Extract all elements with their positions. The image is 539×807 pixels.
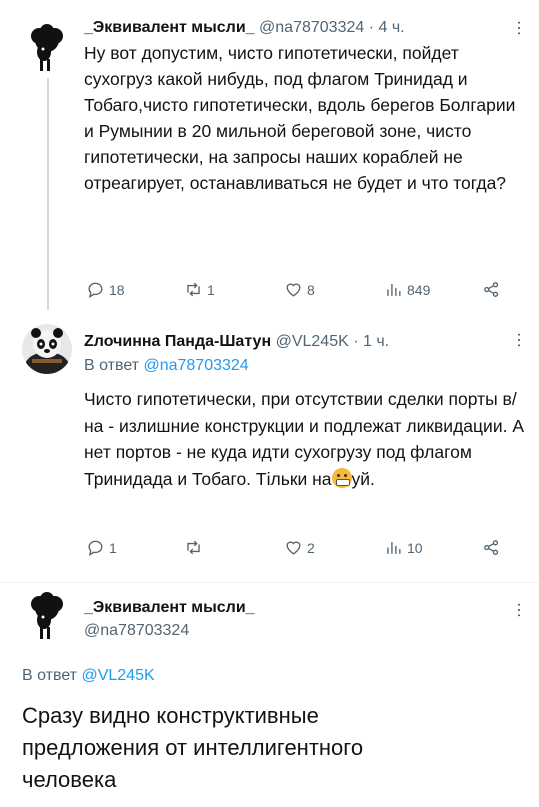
share-icon — [484, 540, 499, 555]
tweet-actions: 18 1 8 849 — [86, 280, 516, 300]
more-options-icon[interactable]: ⋯ — [509, 20, 528, 37]
tweet-text: Ну вот допустим, чисто гипотетически, по… — [84, 43, 516, 193]
view-count: 10 — [407, 539, 423, 556]
tweet-text-main: Чисто гипотетически, при отсутствии сдел… — [84, 389, 524, 489]
like-count: 8 — [307, 281, 315, 298]
reply-button[interactable]: 1 — [86, 538, 117, 557]
share-button[interactable] — [482, 280, 501, 299]
bar-chart-icon — [387, 283, 401, 296]
retweet-count: 1 — [207, 281, 215, 298]
views-button[interactable]: 10 — [384, 538, 423, 557]
like-button[interactable]: 8 — [284, 280, 315, 299]
tweet-text: Чисто гипотетически, при отсутствии сдел… — [84, 386, 529, 492]
views-button[interactable]: 849 — [384, 280, 430, 299]
reply-context: В ответ @VL245K — [22, 666, 155, 686]
reply-handle-link[interactable]: @VL245K — [81, 667, 154, 684]
heart-icon — [286, 283, 301, 297]
black-sheep-avatar-icon — [31, 24, 63, 71]
reply-prefix: В ответ — [22, 667, 78, 684]
reply-context: В ответ @na78703324 — [84, 356, 249, 376]
user-handle[interactable]: @na78703324 — [84, 621, 189, 641]
reply-button[interactable]: 18 — [86, 280, 125, 299]
user-handle[interactable]: @na78703324 — [259, 19, 364, 36]
reply-handle-link[interactable]: @na78703324 — [143, 357, 248, 374]
tweet-header: _Эквивалент мысли_ @na78703324 · 4 ч. — [84, 18, 405, 38]
kung-fu-panda-avatar-icon — [22, 324, 72, 374]
divider — [0, 582, 539, 583]
share-button[interactable] — [482, 538, 501, 557]
reply-icon — [88, 282, 103, 298]
timestamp[interactable]: · 1 ч. — [353, 333, 389, 350]
timestamp[interactable]: · 4 ч. — [369, 19, 405, 36]
display-name[interactable]: _Эквивалент мысли_ — [84, 19, 255, 36]
share-icon — [484, 282, 499, 297]
avatar[interactable] — [22, 324, 72, 374]
retweet-icon — [187, 282, 200, 297]
display-name[interactable]: Zлочинна Панда-Шатун — [84, 333, 271, 350]
tweet-text-tail: уй. — [351, 468, 375, 489]
tweet-actions: 1 2 10 — [86, 538, 516, 558]
retweet-button[interactable]: 1 — [184, 280, 215, 299]
reply-count: 1 — [109, 539, 117, 556]
tweet-3-focused[interactable]: _Эквивалент мысли_ @na78703324 ⋯ В ответ… — [0, 588, 539, 807]
grimacing-emoji-icon — [331, 467, 352, 488]
retweet-button[interactable] — [184, 538, 207, 557]
like-button[interactable]: 2 — [284, 538, 315, 557]
view-count: 849 — [407, 281, 431, 298]
reply-count: 18 — [109, 281, 125, 298]
bar-chart-icon — [387, 541, 401, 554]
thread-line — [47, 78, 49, 310]
heart-icon — [286, 541, 301, 555]
more-options-icon[interactable]: ⋯ — [509, 602, 528, 619]
black-sheep-avatar-icon — [31, 592, 63, 639]
reply-prefix: В ответ — [84, 357, 140, 374]
more-options-icon[interactable]: ⋯ — [509, 332, 528, 349]
display-name[interactable]: _Эквивалент мысли_ — [84, 598, 255, 618]
avatar[interactable] — [22, 22, 72, 72]
avatar[interactable] — [22, 590, 72, 640]
user-handle[interactable]: @VL245K — [276, 333, 349, 350]
tweet-text: Сразу видно конструктивные предложения о… — [22, 703, 364, 792]
tweet-2[interactable]: Zлочинна Панда-Шатун @VL245K · 1 ч. ⋯ В … — [0, 318, 539, 588]
retweet-icon — [187, 540, 200, 555]
reply-icon — [88, 540, 103, 556]
like-count: 2 — [307, 539, 315, 556]
tweet-header: Zлочинна Панда-Шатун @VL245K · 1 ч. — [84, 332, 389, 352]
tweet-1[interactable]: _Эквивалент мысли_ @na78703324 · 4 ч. ⋯ … — [0, 0, 539, 318]
